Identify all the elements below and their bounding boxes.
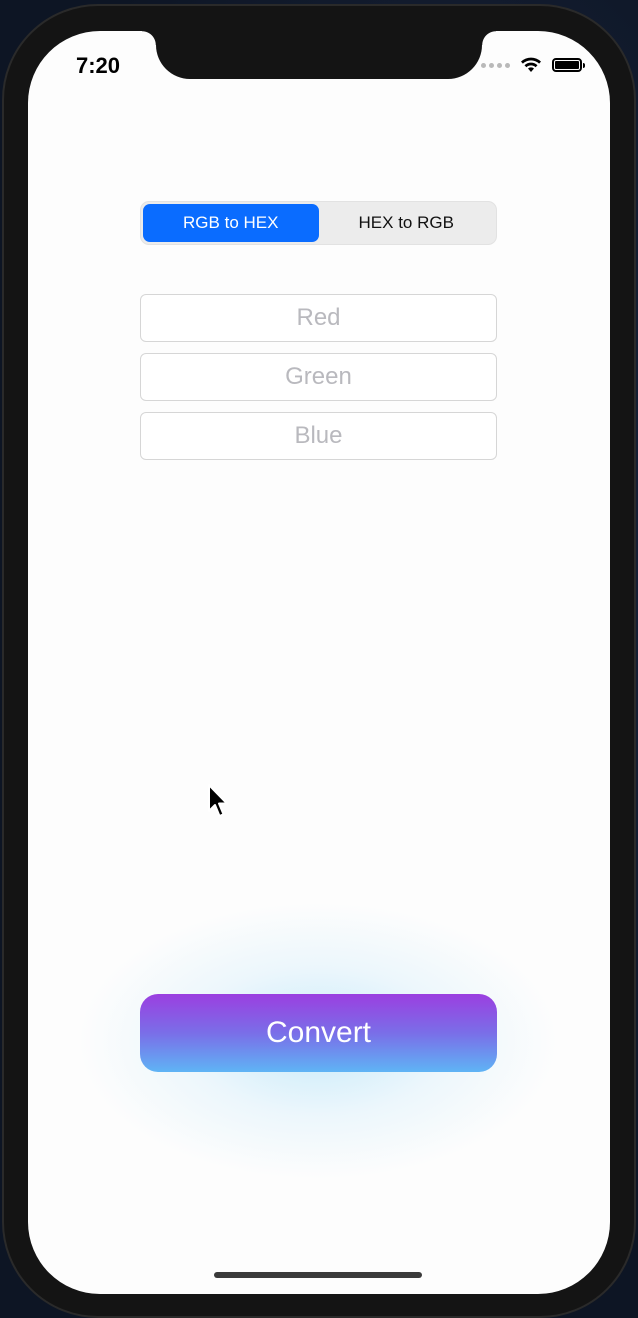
blue-input[interactable]: [140, 412, 497, 460]
wifi-icon: [521, 57, 541, 72]
status-icons: [481, 57, 585, 73]
battery-icon: [552, 58, 585, 72]
home-indicator: [214, 1272, 422, 1278]
green-input[interactable]: [140, 353, 497, 401]
mouse-cursor-icon: [208, 784, 228, 817]
status-time: 7:20: [76, 53, 121, 78]
signal-dots-icon: [481, 62, 510, 68]
notch: [142, 31, 496, 79]
mode-segmented-control: RGB to HEX HEX to RGB: [140, 201, 497, 245]
segment-hex-to-rgb[interactable]: HEX to RGB: [319, 204, 495, 242]
red-input[interactable]: [140, 294, 497, 342]
segment-rgb-to-hex[interactable]: RGB to HEX: [143, 204, 319, 242]
convert-button[interactable]: Convert: [140, 994, 497, 1072]
phone-screen: 7:20 RGB to HEX HEX to RGB Convert: [28, 31, 610, 1294]
device-background: 7:20 RGB to HEX HEX to RGB Convert: [0, 0, 638, 1318]
